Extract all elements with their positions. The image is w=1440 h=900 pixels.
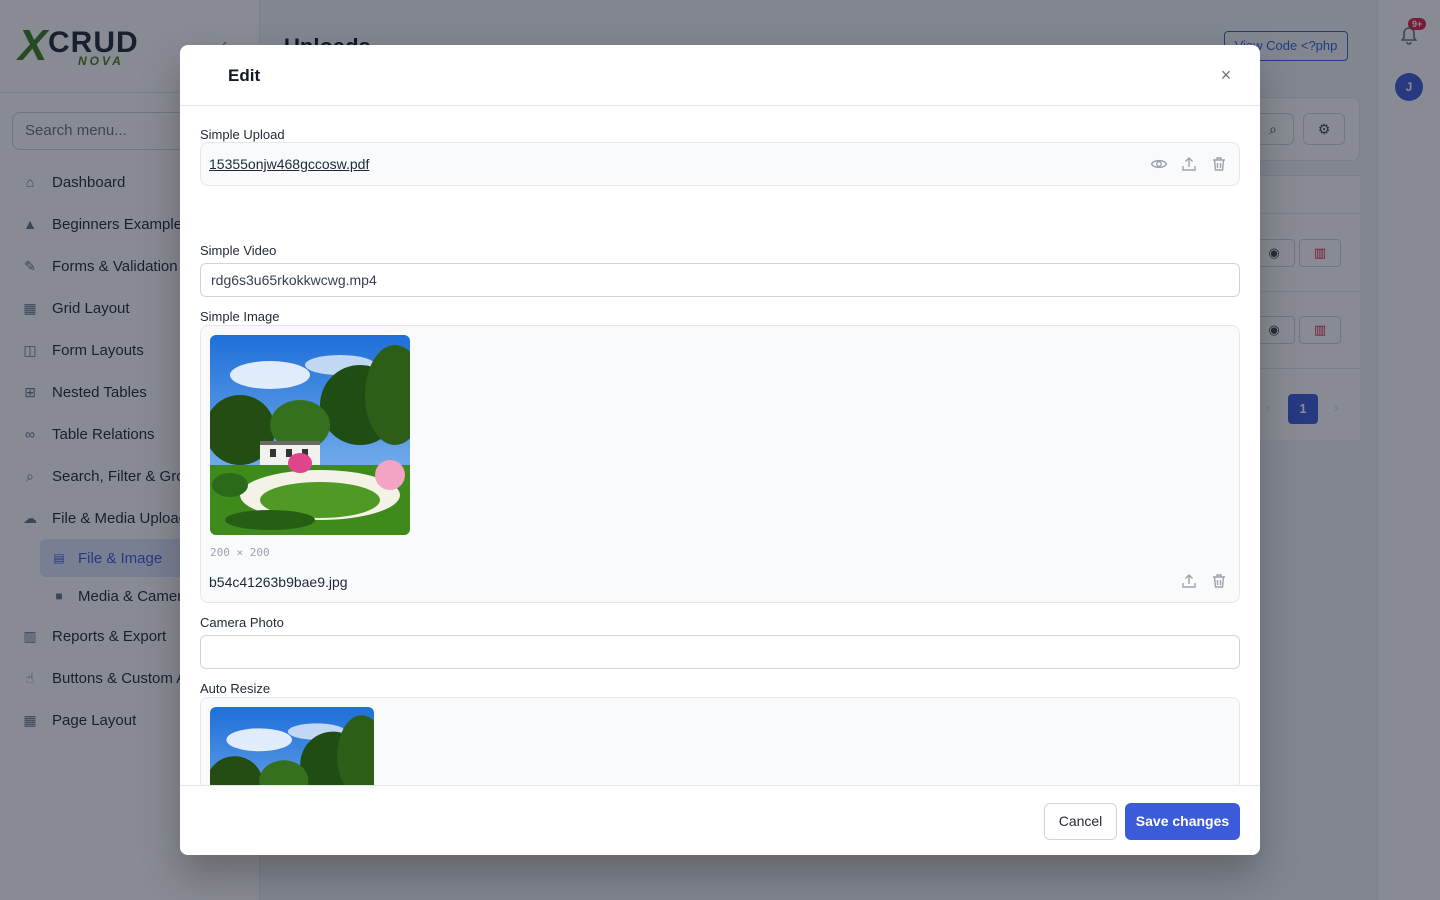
- modal-title: Edit: [228, 66, 261, 85]
- simple-upload-label: Simple Upload: [200, 127, 285, 142]
- upload-icon[interactable]: [1180, 155, 1198, 173]
- close-icon[interactable]: ×: [1216, 65, 1236, 85]
- simple-image-field: 200 × 200 b54c41263b9bae9.jpg: [200, 325, 1240, 603]
- camera-photo-label: Camera Photo: [200, 615, 284, 630]
- eye-icon[interactable]: [1150, 155, 1168, 173]
- simple-image-label: Simple Image: [200, 309, 280, 324]
- save-changes-button[interactable]: Save changes: [1125, 803, 1240, 840]
- cancel-button[interactable]: Cancel: [1044, 803, 1117, 840]
- simple-upload-field: 15355onjw468gccosw.pdf: [200, 142, 1240, 186]
- trash-icon[interactable]: [1210, 155, 1228, 173]
- simple-image-file-name: b54c41263b9bae9.jpg: [209, 574, 348, 590]
- garden-image: [210, 707, 374, 785]
- edit-modal: Edit × Simple Upload 15355onjw468gccosw.…: [180, 45, 1260, 855]
- simple-upload-file-link[interactable]: 15355onjw468gccosw.pdf: [209, 156, 369, 172]
- garden-image: [210, 335, 410, 535]
- modal-footer: Cancel Save changes: [180, 785, 1260, 855]
- trash-icon[interactable]: [1210, 572, 1228, 590]
- auto-resize-preview[interactable]: [210, 707, 374, 785]
- simple-video-label: Simple Video: [200, 243, 277, 258]
- image-dimensions: 200 × 200: [210, 546, 270, 559]
- modal-body[interactable]: Simple Upload 15355onjw468gccosw.pdf Sim…: [180, 106, 1260, 785]
- simple-video-input[interactable]: rdg6s3u65rkokkwcwg.mp4: [200, 263, 1240, 297]
- camera-photo-input[interactable]: [200, 635, 1240, 669]
- upload-icon[interactable]: [1180, 572, 1198, 590]
- simple-image-preview[interactable]: [210, 335, 410, 535]
- auto-resize-field: [200, 697, 1240, 785]
- auto-resize-label: Auto Resize: [200, 681, 271, 696]
- modal-header: Edit ×: [180, 45, 1260, 106]
